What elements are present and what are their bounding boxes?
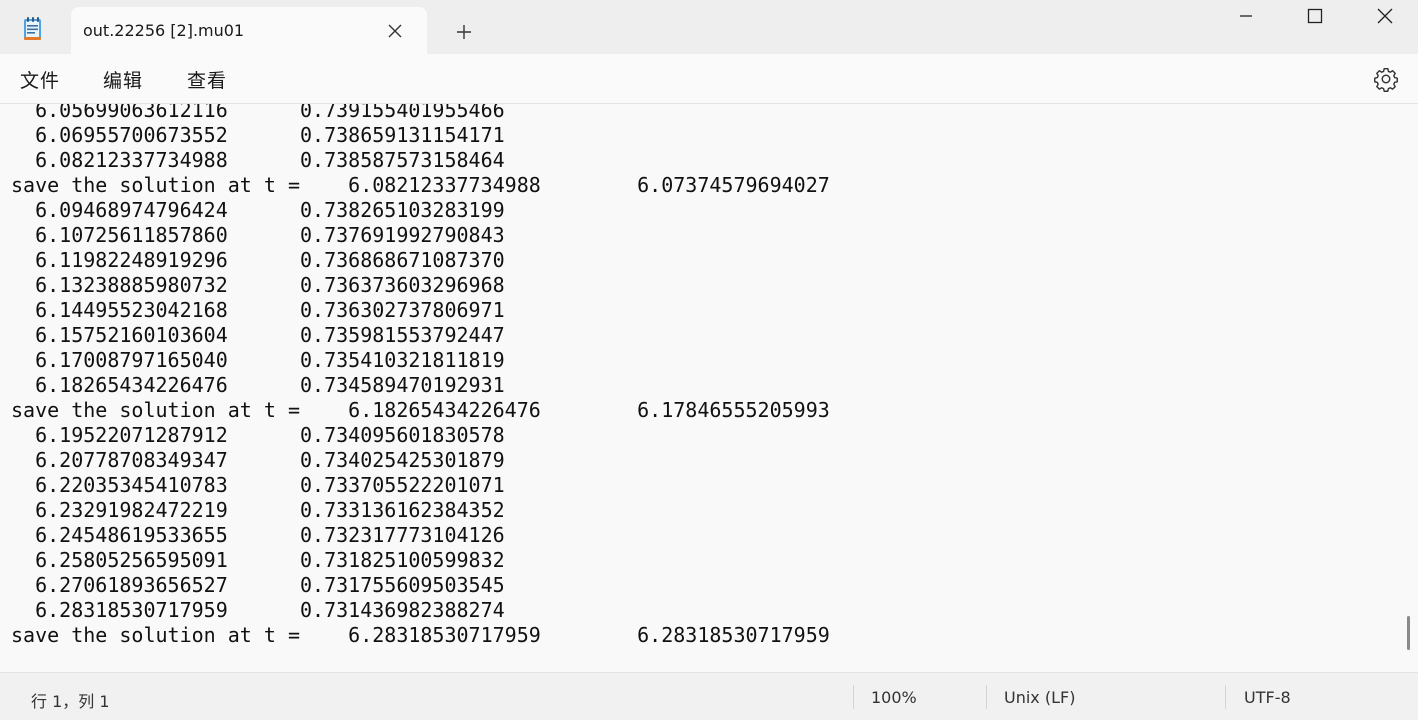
text-line: 6.20778708349347 0.734025425301879 [11, 448, 505, 472]
tab-title: out.22256 [2].mu01 [83, 21, 245, 40]
text-line: 6.10725611857860 0.737691992790843 [11, 223, 505, 247]
status-divider [986, 685, 987, 709]
minimize-icon [1240, 15, 1252, 17]
text-line: 6.28318530717959 0.731436982388274 [11, 598, 505, 622]
close-icon [1377, 8, 1393, 24]
text-line: 6.14495523042168 0.736302737806971 [11, 298, 505, 322]
text-line: save the solution at t = 6.2831853071795… [11, 623, 830, 647]
plus-icon [457, 25, 471, 39]
text-line: 6.24548619533655 0.732317773104126 [11, 523, 505, 547]
status-divider [1225, 685, 1226, 709]
text-line: 6.25805256595091 0.731825100599832 [11, 548, 505, 572]
gear-icon [1374, 68, 1398, 92]
editor-content: 6.05699063612116 0.739155401955466 6.069… [11, 104, 830, 648]
zoom-level[interactable]: 100% [871, 688, 917, 707]
text-line: 6.15752160103604 0.735981553792447 [11, 323, 505, 347]
text-line: 6.19522071287912 0.734095601830578 [11, 423, 505, 447]
settings-button[interactable] [1373, 66, 1399, 92]
text-line: 6.17008797165040 0.735410321811819 [11, 348, 505, 372]
close-tab-icon [388, 24, 402, 38]
text-line: 6.11982248919296 0.736868671087370 [11, 248, 505, 272]
line-ending[interactable]: Unix (LF) [1004, 688, 1075, 707]
text-line: 6.05699063612116 0.739155401955466 [11, 104, 505, 122]
text-line: save the solution at t = 6.1826543422647… [11, 398, 830, 422]
close-window-button[interactable] [1350, 0, 1418, 32]
text-line: 6.09468974796424 0.738265103283199 [11, 198, 505, 222]
text-line: 6.18265434226476 0.734589470192931 [11, 373, 505, 397]
menu-file[interactable]: 文件 [20, 66, 60, 93]
text-editor[interactable]: 6.05699063612116 0.739155401955466 6.069… [0, 104, 1418, 672]
status-bar: 行 1，列 1 100% Unix (LF) UTF-8 [0, 672, 1418, 720]
menu-view[interactable]: 查看 [187, 66, 227, 93]
title-bar: out.22256 [2].mu01 [0, 0, 1418, 54]
text-line: 6.13238885980732 0.736373603296968 [11, 273, 505, 297]
minimize-button[interactable] [1211, 0, 1281, 32]
status-divider [853, 685, 854, 709]
tab-active-document[interactable]: out.22256 [2].mu01 [71, 7, 427, 54]
text-line: save the solution at t = 6.0821233773498… [11, 173, 830, 197]
tab-close-button[interactable] [383, 19, 407, 43]
new-tab-button[interactable] [451, 19, 477, 45]
notepad-icon [22, 16, 44, 42]
vertical-scrollbar[interactable] [1407, 616, 1410, 650]
maximize-icon [1307, 8, 1323, 24]
menu-bar: 文件 编辑 查看 [0, 54, 1418, 104]
text-line: 6.27061893656527 0.731755609503545 [11, 573, 505, 597]
encoding[interactable]: UTF-8 [1244, 688, 1291, 707]
text-line: 6.08212337734988 0.738587573158464 [11, 148, 505, 172]
text-line: 6.06955700673552 0.738659131154171 [11, 123, 505, 147]
maximize-button[interactable] [1280, 0, 1350, 32]
cursor-position: 行 1，列 1 [31, 692, 110, 711]
text-line: 6.22035345410783 0.733705522201071 [11, 473, 505, 497]
menu-edit[interactable]: 编辑 [103, 66, 143, 93]
text-line: 6.23291982472219 0.733136162384352 [11, 498, 505, 522]
